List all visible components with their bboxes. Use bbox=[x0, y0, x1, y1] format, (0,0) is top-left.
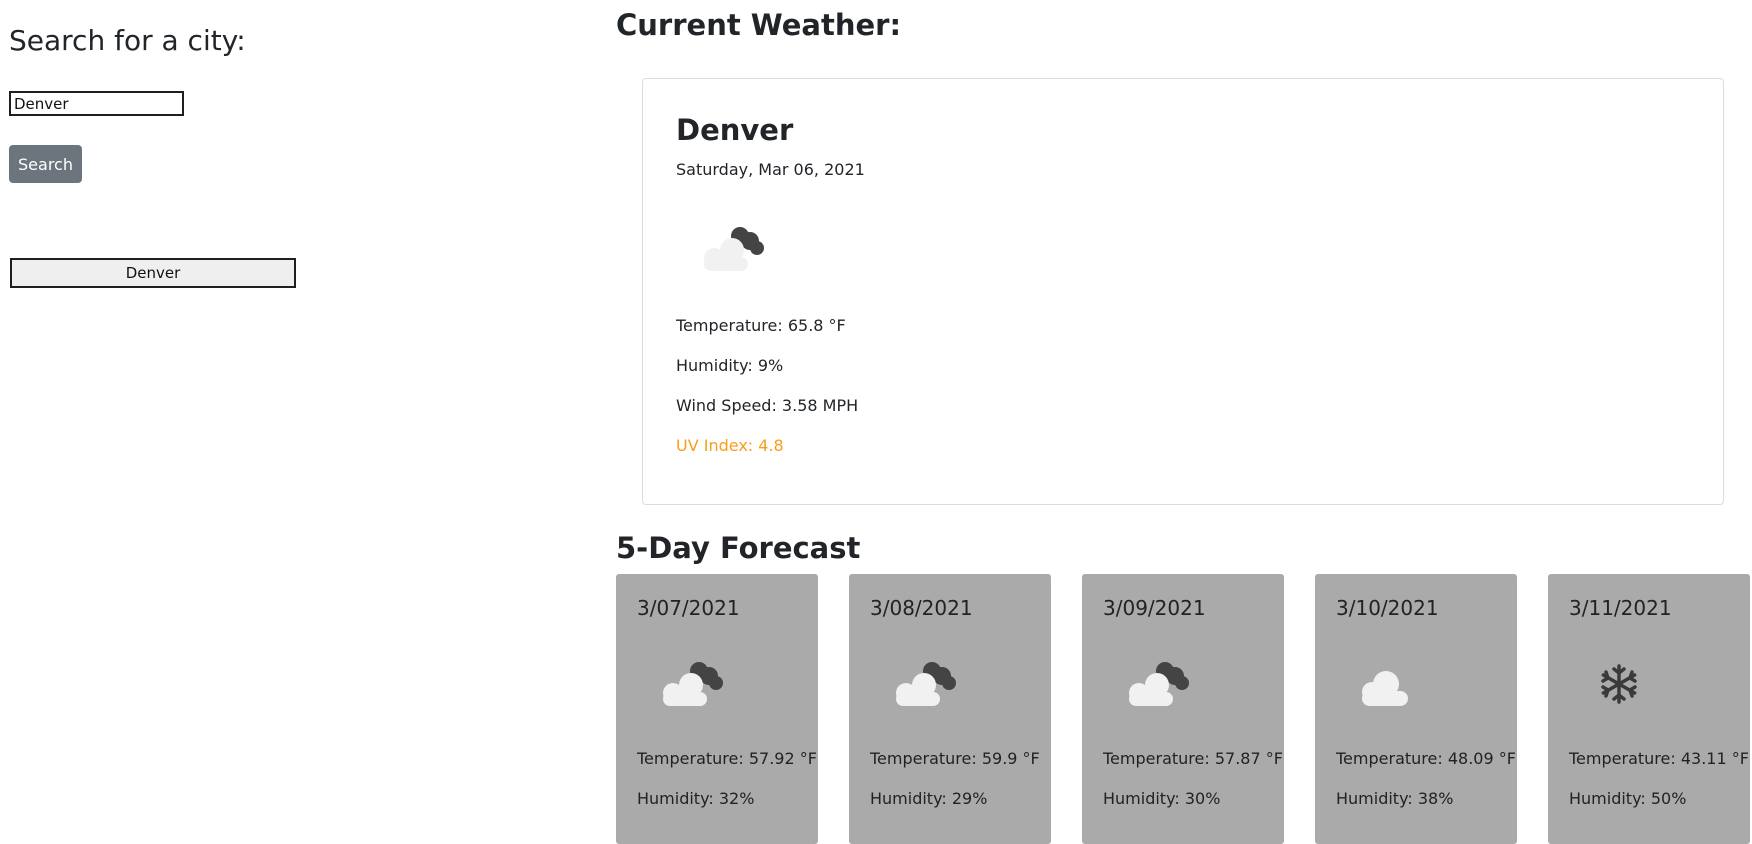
history-item-denver[interactable]: Denver bbox=[10, 258, 296, 288]
search-title: Search for a city: bbox=[9, 24, 246, 57]
forecast-humidity: Humidity: 29% bbox=[870, 789, 988, 808]
forecast-humidity: Humidity: 50% bbox=[1569, 789, 1687, 808]
forecast-card-day-3: 3/09/2021 Temperature: 57.87 °F Humidity… bbox=[1082, 574, 1284, 844]
current-city-name: Denver bbox=[676, 113, 794, 147]
forecast-date: 3/10/2021 bbox=[1336, 596, 1439, 620]
forecast-temperature: Temperature: 43.11 °F bbox=[1569, 749, 1749, 768]
forecast-date: 3/09/2021 bbox=[1103, 596, 1206, 620]
snowflake-icon bbox=[1579, 654, 1659, 714]
forecast-temperature: Temperature: 57.87 °F bbox=[1103, 749, 1283, 768]
city-search-input[interactable] bbox=[9, 91, 184, 116]
forecast-date: 3/08/2021 bbox=[870, 596, 973, 620]
forecast-heading: 5-Day Forecast bbox=[616, 531, 861, 565]
forecast-temperature: Temperature: 48.09 °F bbox=[1336, 749, 1516, 768]
current-uv-index: UV Index: 4.8 bbox=[676, 436, 784, 455]
forecast-date: 3/07/2021 bbox=[637, 596, 740, 620]
forecast-humidity: Humidity: 38% bbox=[1336, 789, 1454, 808]
forecast-card-day-2: 3/08/2021 Temperature: 59.9 °F Humidity:… bbox=[849, 574, 1051, 844]
partly-cloudy-icon bbox=[880, 654, 960, 714]
current-weather-heading: Current Weather: bbox=[616, 8, 902, 42]
search-button[interactable]: Search bbox=[9, 145, 82, 183]
partly-cloudy-icon bbox=[647, 654, 727, 714]
cloud-icon bbox=[1346, 654, 1426, 714]
current-weather-card: Denver Saturday, Mar 06, 2021 Temperatur… bbox=[642, 78, 1724, 505]
partly-cloudy-icon bbox=[1113, 654, 1193, 714]
forecast-temperature: Temperature: 57.92 °F bbox=[637, 749, 817, 768]
current-date: Saturday, Mar 06, 2021 bbox=[676, 160, 865, 179]
forecast-humidity: Humidity: 32% bbox=[637, 789, 755, 808]
partly-cloudy-icon bbox=[688, 219, 768, 279]
forecast-date: 3/11/2021 bbox=[1569, 596, 1672, 620]
current-wind-speed: Wind Speed: 3.58 MPH bbox=[676, 396, 859, 415]
forecast-card-day-5: 3/11/2021 Temperature: 43.11 °F Humidity… bbox=[1548, 574, 1750, 844]
current-temperature: Temperature: 65.8 °F bbox=[676, 316, 846, 335]
forecast-humidity: Humidity: 30% bbox=[1103, 789, 1221, 808]
current-humidity: Humidity: 9% bbox=[676, 356, 784, 375]
forecast-temperature: Temperature: 59.9 °F bbox=[870, 749, 1040, 768]
forecast-card-day-4: 3/10/2021 Temperature: 48.09 °F Humidity… bbox=[1315, 574, 1517, 844]
forecast-card-day-1: 3/07/2021 Temperature: 57.92 °F Humidity… bbox=[616, 574, 818, 844]
